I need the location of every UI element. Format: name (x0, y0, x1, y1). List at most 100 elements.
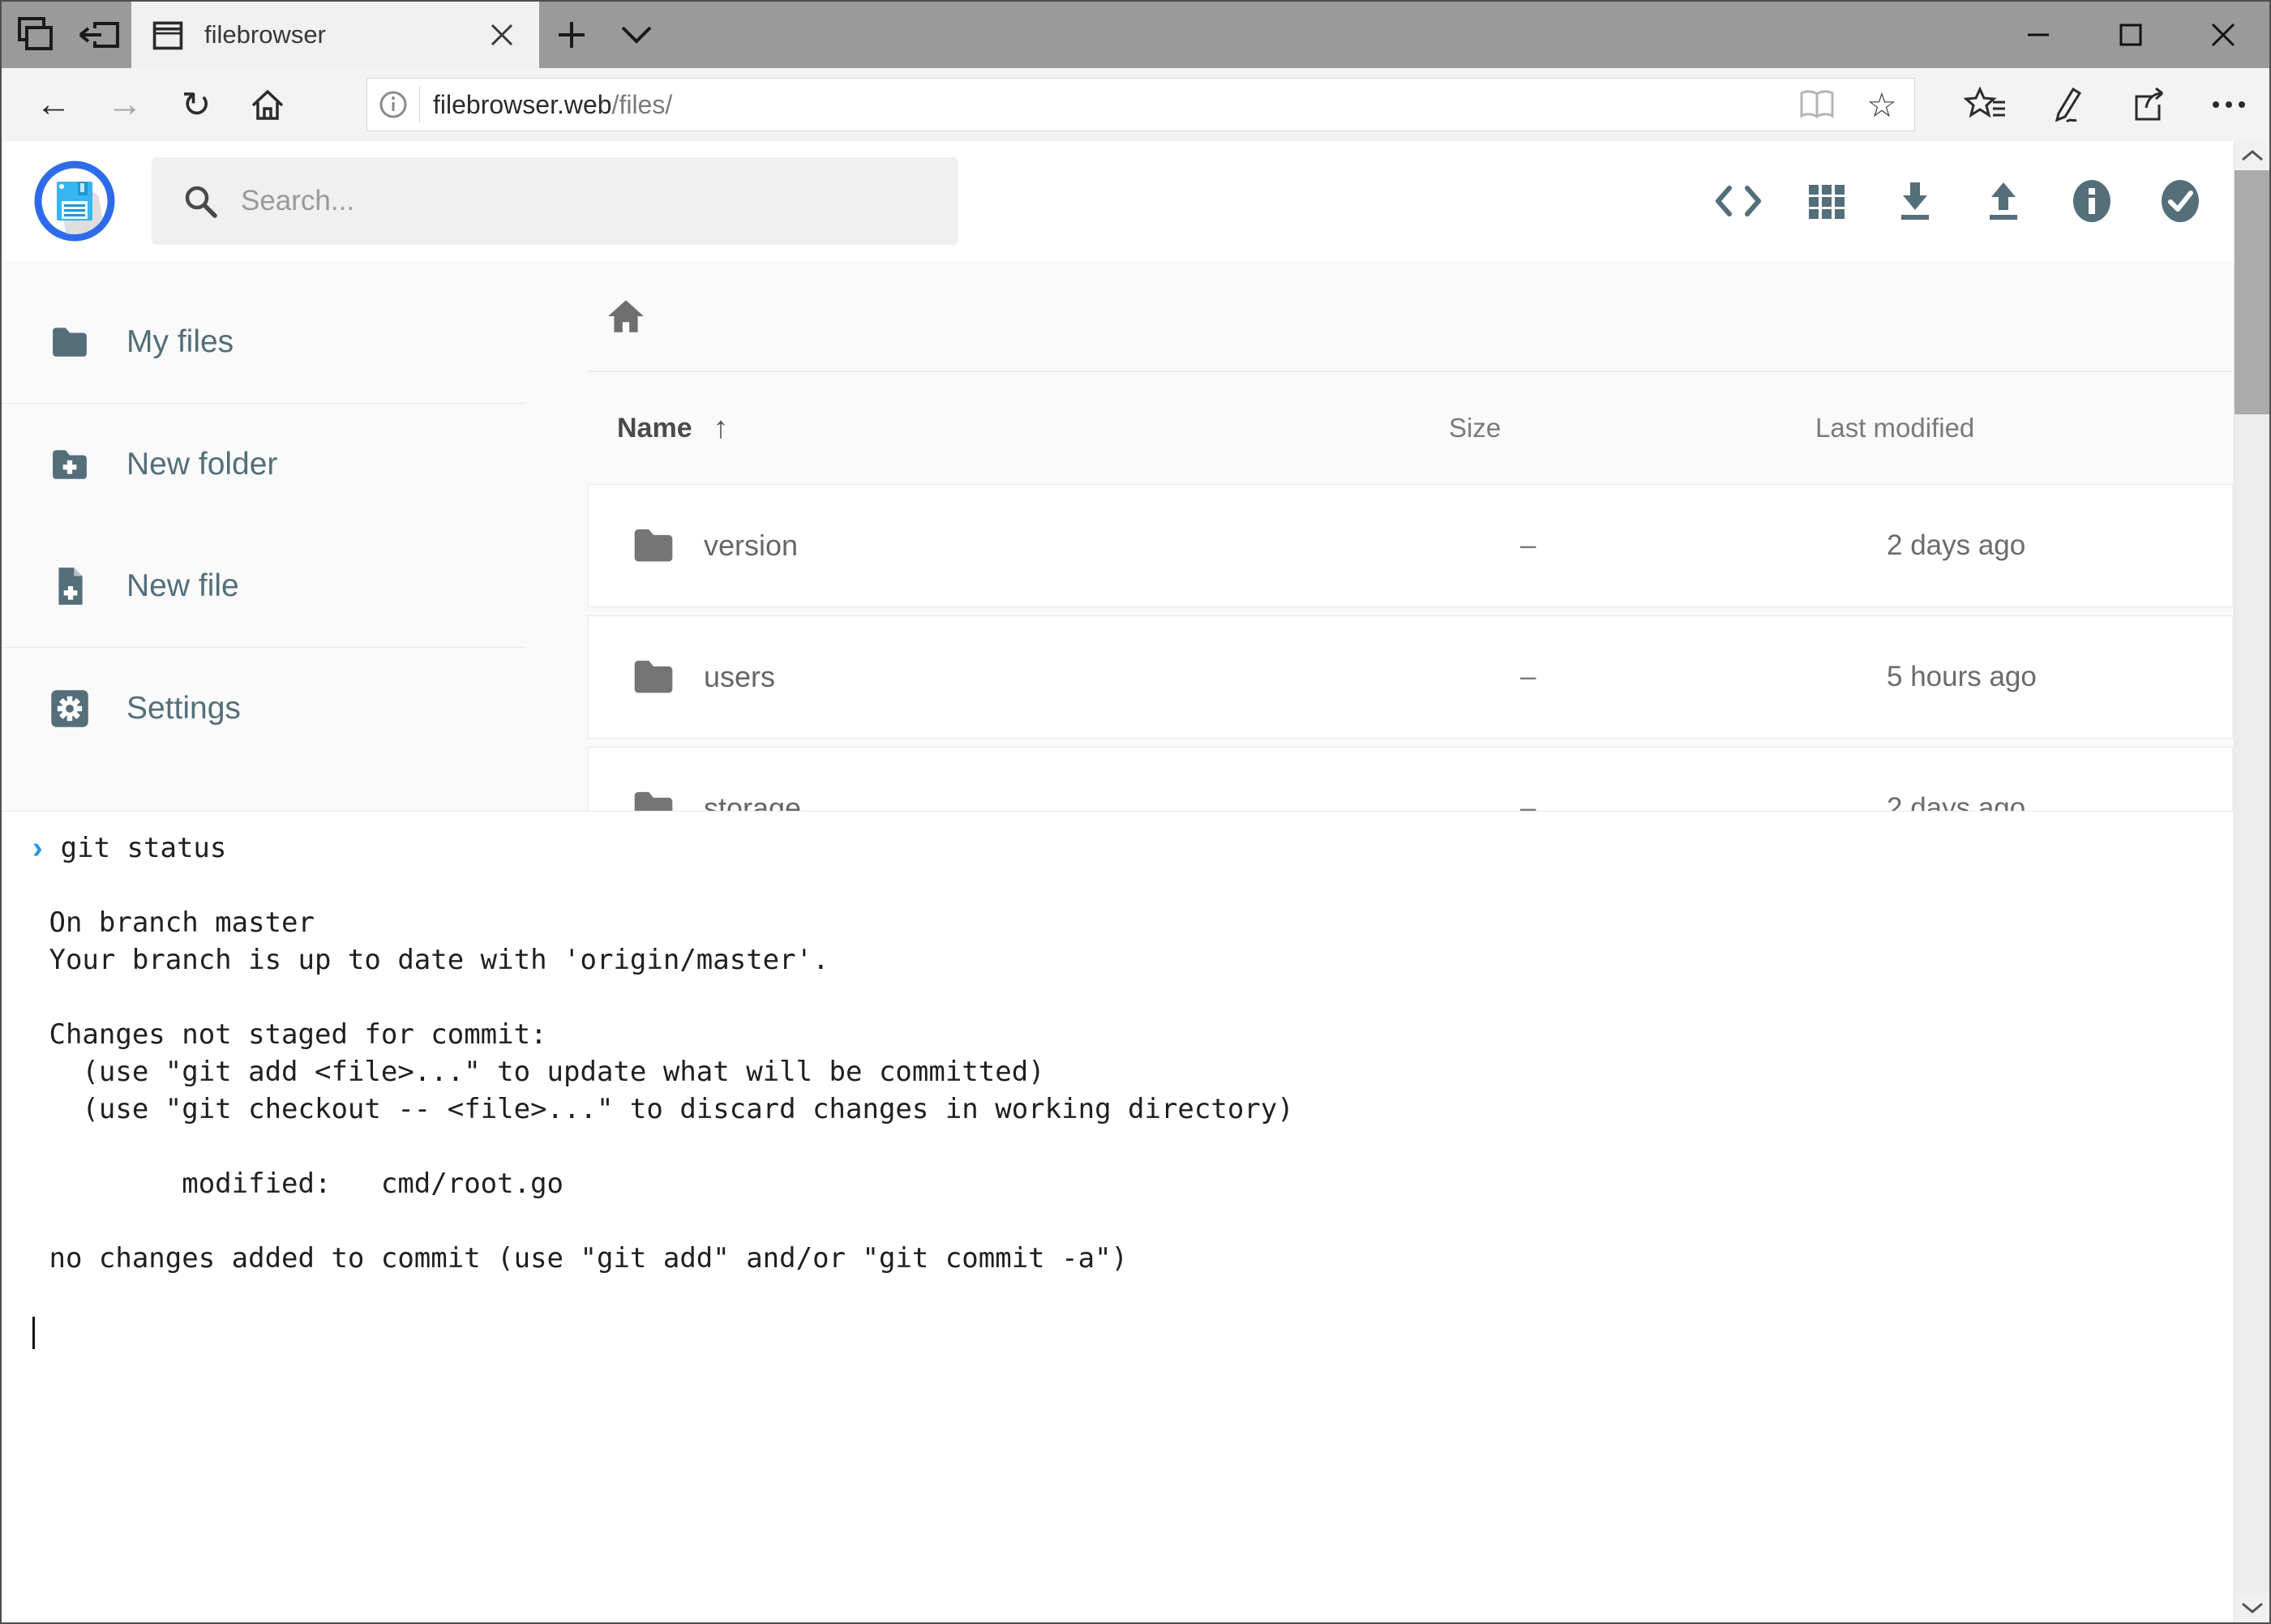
code-icon (1715, 183, 1762, 219)
new-tab-button[interactable] (539, 2, 604, 68)
tab-close-button[interactable] (479, 12, 525, 58)
gear-icon (49, 688, 91, 730)
favorites-hub-button[interactable] (1945, 71, 2026, 138)
refresh-button[interactable]: ↻ (161, 71, 232, 138)
scrollbar-thumb[interactable] (2235, 170, 2269, 414)
terminal-output-line (32, 979, 2234, 1016)
toolbar-right-group (1945, 71, 2269, 138)
tab-preview-icon (13, 14, 55, 56)
favorite-star-button[interactable]: ☆ (1849, 80, 1914, 129)
reading-view-icon (1798, 89, 1836, 120)
terminal-output-line: Your branch is up to date with 'origin/m… (32, 941, 2234, 979)
site-info-button[interactable] (367, 88, 419, 121)
browser-window: filebrowser (0, 0, 2271, 1624)
terminal-prompt-line: › git status (32, 829, 2234, 867)
info-button[interactable] (2047, 156, 2136, 246)
raw-code-button[interactable] (1694, 156, 1782, 246)
text-cursor (32, 1317, 35, 1349)
prompt-chevron-icon: › (32, 829, 43, 867)
tab-list-dropdown-button[interactable] (604, 2, 669, 68)
close-window-button[interactable] (2177, 2, 2269, 68)
minimize-button[interactable] (1992, 2, 2085, 68)
sidebar-item-label: New folder (126, 447, 277, 482)
sidebar-item-label: Settings (126, 691, 241, 726)
settings-more-button[interactable] (2188, 71, 2269, 138)
terminal-command: git status (61, 829, 227, 867)
address-bar[interactable]: filebrowser.web/files/ ☆ (366, 78, 1915, 131)
download-button[interactable] (1870, 156, 1959, 246)
folder-plus-icon (49, 446, 91, 483)
close-icon (2210, 22, 2236, 48)
terminal-panel[interactable]: › git status On branch master Your branch… (2, 811, 2234, 1622)
page-content: My files New folder (2, 141, 2269, 1622)
sidebar-item-my-files[interactable]: My files (2, 281, 525, 403)
tab-preview-button[interactable] (2, 2, 66, 68)
ellipsis-icon (2210, 100, 2247, 109)
set-tabs-aside-button[interactable] (66, 2, 131, 68)
terminal-output-line: Changes not staged for commit: (32, 1016, 2234, 1053)
url-domain: filebrowser.web (433, 90, 612, 119)
page-scrollbar[interactable] (2234, 141, 2269, 1622)
sidebar-item-label: New file (126, 568, 239, 604)
terminal-output-line: (use "git add <file>..." to update what … (32, 1053, 2234, 1091)
sidebar-item-label: My files (126, 324, 234, 360)
check-circle-icon (2160, 179, 2200, 223)
back-icon: ← (36, 84, 71, 125)
terminal-output-line (32, 1277, 2234, 1314)
column-header-size[interactable]: Size (1449, 413, 1815, 443)
search-input[interactable] (241, 185, 906, 217)
upload-button[interactable] (1959, 156, 2047, 246)
set-tabs-aside-icon (77, 14, 121, 56)
info-icon (377, 88, 409, 121)
filebrowser-logo[interactable] (34, 161, 115, 242)
select-multiple-button[interactable] (2136, 156, 2224, 246)
web-notes-button[interactable] (2026, 71, 2107, 138)
terminal-output-line: modified: cmd/root.go (32, 1165, 2234, 1202)
upload-icon (1985, 181, 2022, 221)
sort-ascending-icon: ↑ (713, 411, 729, 446)
file-plus-icon (49, 566, 91, 606)
page-favicon (151, 18, 185, 52)
grid-view-icon (1807, 182, 1846, 221)
home-button[interactable] (232, 71, 303, 138)
sidebar-item-settings[interactable]: Settings (2, 648, 525, 769)
maximize-button[interactable] (2085, 2, 2177, 68)
active-tab[interactable]: filebrowser (131, 2, 539, 68)
forward-icon: → (107, 84, 143, 125)
home-breadcrumb-icon[interactable] (606, 298, 646, 335)
sidebar-item-new-folder[interactable]: New folder (2, 404, 525, 525)
browser-toolbar: ← → ↻ filebrowser.web/files/ (2, 68, 2269, 141)
column-header-modified[interactable]: Last modified (1815, 413, 2203, 443)
terminal-output-line: On branch master (32, 904, 2234, 941)
refresh-icon: ↻ (182, 84, 212, 126)
scroll-up-button[interactable] (2235, 141, 2269, 170)
file-modified: 2 days ago (1887, 529, 2232, 562)
file-name: version (704, 529, 1520, 563)
file-row-users[interactable]: users – 5 hours ago (588, 615, 2233, 739)
column-headers: Name↑ Size Last modified (588, 372, 2233, 484)
download-icon (1896, 181, 1934, 221)
close-icon (488, 21, 516, 49)
reading-view-button[interactable] (1785, 80, 1849, 129)
filebrowser-header (2, 141, 2269, 261)
tab-strip: filebrowser (2, 2, 2269, 68)
urlbar-separator (419, 87, 420, 122)
column-header-name[interactable]: Name↑ (617, 411, 1449, 446)
url-path: /files/ (612, 90, 673, 119)
scroll-down-button[interactable] (2235, 1593, 2269, 1622)
url-text[interactable]: filebrowser.web/files/ (433, 90, 1785, 120)
forward-button[interactable]: → (89, 71, 161, 138)
terminal-output-line (32, 1128, 2234, 1165)
file-size: – (1520, 661, 1887, 693)
share-button[interactable] (2107, 71, 2188, 138)
sidebar-item-new-file[interactable]: New file (2, 525, 525, 647)
file-row-version[interactable]: version – 2 days ago (588, 484, 2233, 607)
chevron-up-icon (2240, 149, 2265, 162)
back-button[interactable]: ← (18, 71, 89, 138)
grid-view-button[interactable] (1782, 156, 1870, 246)
folder-icon (631, 656, 676, 697)
pen-icon (2047, 84, 2086, 125)
search-bar[interactable] (152, 157, 958, 245)
favorites-list-icon (1964, 86, 2007, 123)
folder-icon (631, 525, 676, 566)
